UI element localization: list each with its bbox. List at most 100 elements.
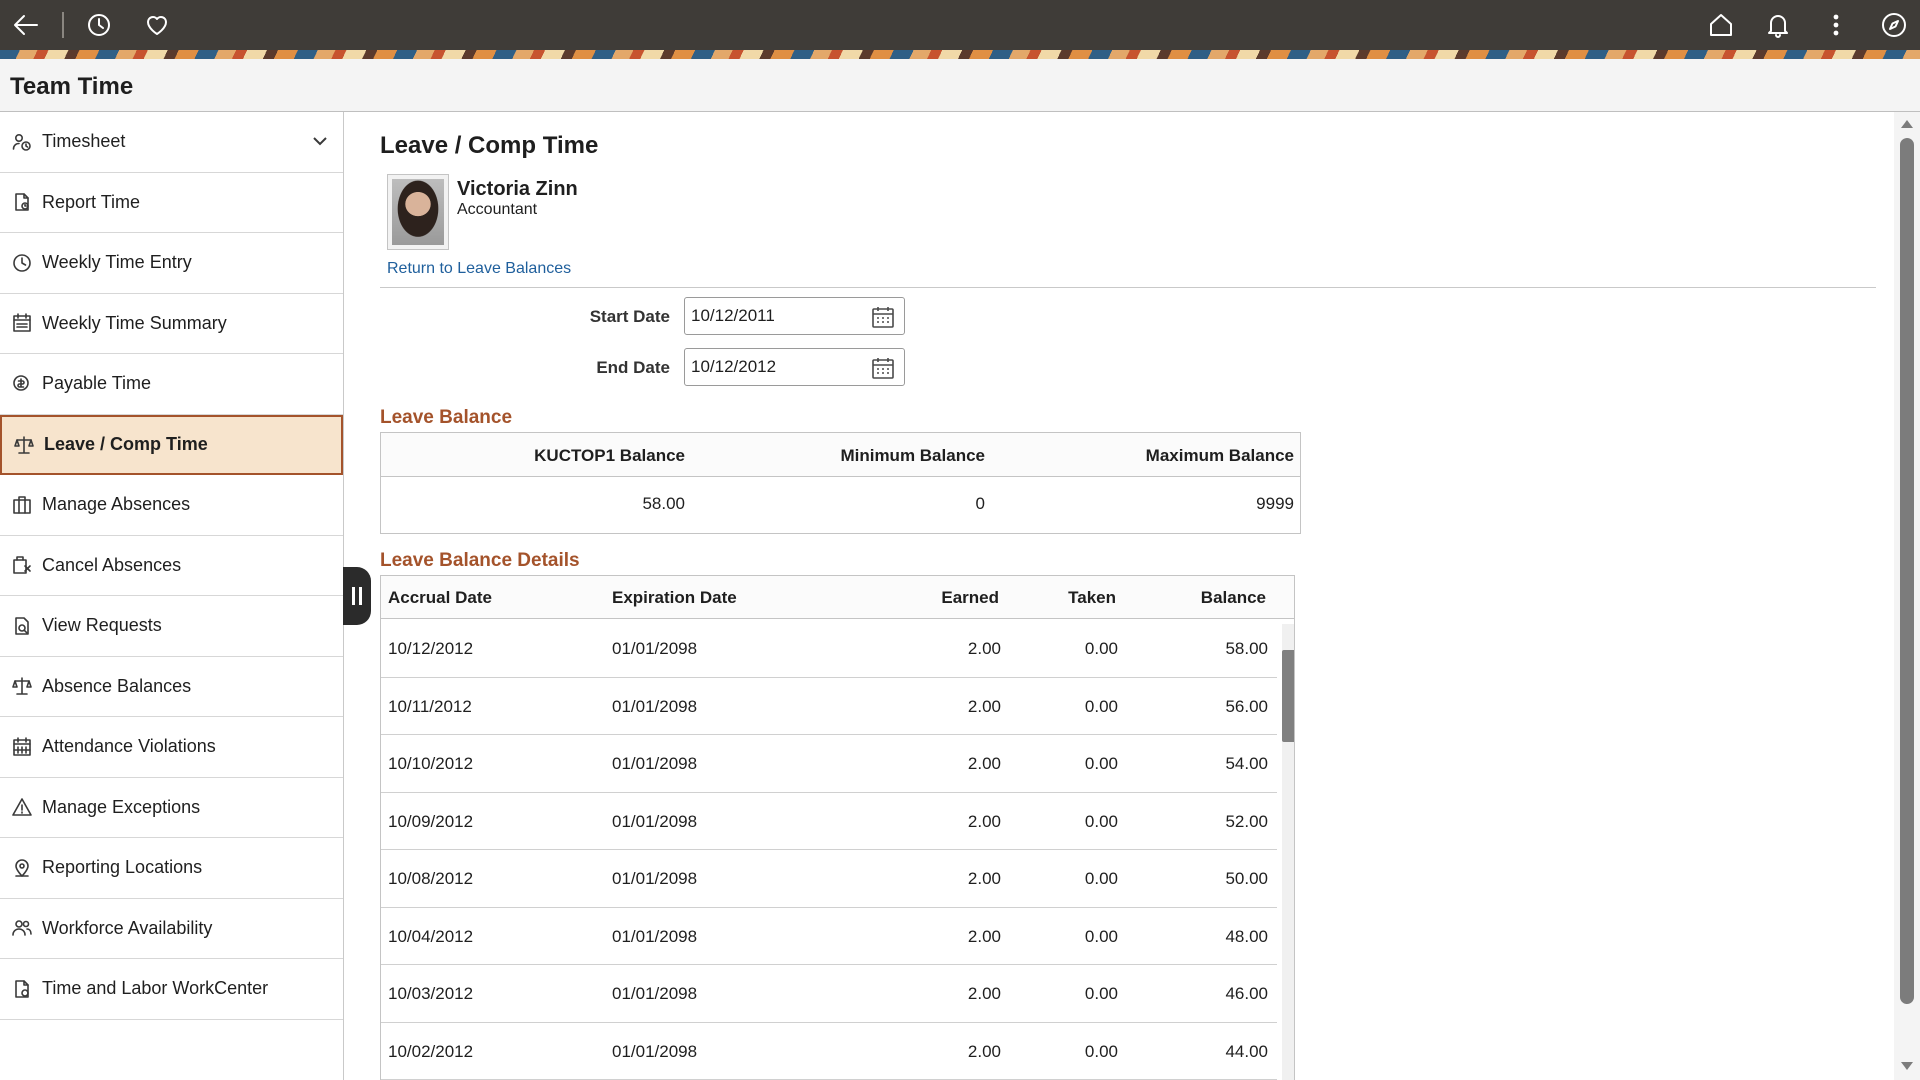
earned-cell: 2.00 (968, 639, 1001, 659)
end-date-calendar-icon[interactable] (870, 355, 896, 381)
leave-balance-row: 58.00 0 9999 (381, 477, 1300, 533)
sidebar-item-view-requests[interactable]: View Requests (0, 596, 343, 657)
kuctop1-balance-value: 58.00 (642, 494, 685, 514)
accrual-date-cell: 10/12/2012 (388, 639, 473, 659)
sidebar-item-timesheet[interactable]: Timesheet (0, 112, 343, 173)
sidebar-item-weekly-time-entry[interactable]: Weekly Time Entry (0, 233, 343, 294)
favorites-heart-icon[interactable] (141, 9, 173, 41)
toolbar-divider (62, 12, 64, 38)
end-date-field (684, 348, 905, 386)
sidebar-item-cancel-absences[interactable]: Cancel Absences (0, 536, 343, 597)
sidebar-item-label: Cancel Absences (42, 555, 181, 576)
details-body: 10/12/2012 01/01/2098 2.00 0.00 58.00 10/11/2… (381, 620, 1277, 1080)
column-header: Earned (941, 588, 999, 608)
sidebar-item-manage-exceptions[interactable]: Manage Exceptions (0, 778, 343, 839)
sidebar-item-label: Manage Absences (42, 494, 190, 515)
earned-cell: 2.00 (968, 927, 1001, 947)
user-clock-icon (12, 132, 32, 152)
payable-icon (12, 374, 32, 394)
taken-cell: 0.00 (1085, 639, 1118, 659)
maximum-balance-value: 9999 (1256, 494, 1294, 514)
cancel-absence-icon (12, 555, 32, 575)
leave-balance-header-row: KUCTOP1 Balance Minimum Balance Maximum … (381, 433, 1300, 477)
main-content: Leave / Comp Time Victoria Zinn Accounta… (380, 112, 1880, 1080)
absence-icon (12, 495, 32, 515)
column-header: Taken (1068, 588, 1116, 608)
sidebar-item-weekly-time-summary[interactable]: Weekly Time Summary (0, 294, 343, 355)
expiration-date-cell: 01/01/2098 (612, 639, 697, 659)
table-row: 10/11/201201/01/20982.000.0056.00 (381, 678, 1277, 736)
clock-icon (12, 253, 32, 273)
taken-cell: 0.00 (1085, 927, 1118, 947)
sidebar-item-label: Leave / Comp Time (44, 434, 208, 455)
notifications-bell-icon[interactable] (1762, 9, 1794, 41)
balance-cell: 50.00 (1225, 869, 1268, 889)
scroll-down-arrow-icon[interactable] (1901, 1062, 1913, 1070)
expiration-date-cell: 01/01/2098 (612, 927, 697, 947)
accrual-date-cell: 10/11/2012 (388, 697, 472, 717)
taken-cell: 0.00 (1085, 1042, 1118, 1062)
page-scroll-thumb[interactable] (1900, 138, 1914, 1004)
taken-cell: 0.00 (1085, 697, 1118, 717)
leave-balance-details-table: Accrual Date Expiration Date Earned Take… (380, 575, 1295, 1080)
sidebar-item-label: View Requests (42, 615, 162, 636)
sidebar-item-label: Report Time (42, 192, 140, 213)
earned-cell: 2.00 (968, 1042, 1001, 1062)
sidebar-item-label: Payable Time (42, 373, 151, 394)
scroll-up-arrow-icon[interactable] (1901, 120, 1913, 128)
start-date-input[interactable] (685, 298, 865, 334)
return-to-leave-balances-link[interactable]: Return to Leave Balances (387, 260, 571, 278)
expiration-date-cell: 01/01/2098 (612, 812, 697, 832)
sidebar-item-manage-absences[interactable]: Manage Absences (0, 475, 343, 536)
decorative-banner (0, 50, 1920, 59)
leave-balance-title: Leave Balance (380, 407, 512, 429)
report-document-icon (12, 192, 32, 212)
balance-cell: 56.00 (1225, 697, 1268, 717)
sidebar-item-label: Weekly Time Entry (42, 252, 192, 273)
balance-cell: 46.00 (1225, 984, 1268, 1004)
balance-cell: 54.00 (1225, 754, 1268, 774)
sidebar-item-attendance-violations[interactable]: Attendance Violations (0, 717, 343, 778)
sidebar-item-payable-time[interactable]: Payable Time (0, 354, 343, 415)
column-header: Expiration Date (612, 588, 737, 608)
accrual-date-cell: 10/02/2012 (388, 1042, 473, 1062)
history-icon[interactable] (83, 9, 115, 41)
start-date-field (684, 297, 905, 335)
home-icon[interactable] (1705, 9, 1737, 41)
chevron-down-icon[interactable] (311, 132, 329, 150)
page-header: Team Time (0, 59, 1920, 112)
more-vertical-icon[interactable] (1820, 9, 1852, 41)
earned-cell: 2.00 (968, 812, 1001, 832)
start-date-label: Start Date (530, 307, 670, 327)
expiration-date-cell: 01/01/2098 (612, 984, 697, 1004)
sidebar-collapse-handle[interactable] (343, 567, 371, 625)
sidebar-item-reporting-locations[interactable]: Reporting Locations (0, 838, 343, 899)
back-arrow-icon[interactable] (10, 9, 42, 41)
accrual-date-cell: 10/10/2012 (388, 754, 473, 774)
sidebar-item-time-and-labor-workcenter[interactable]: Time and Labor WorkCenter (0, 959, 343, 1020)
section-divider (380, 287, 1876, 288)
balance-cell: 58.00 (1225, 639, 1268, 659)
column-header: Minimum Balance (840, 446, 985, 466)
column-header: Maximum Balance (1146, 446, 1294, 466)
sidebar-navigation: Timesheet Report Time Weekly Time Entry Wee… (0, 112, 344, 1080)
expiration-date-cell: 01/01/2098 (612, 697, 697, 717)
start-date-calendar-icon[interactable] (870, 304, 896, 330)
page-scrollbar[interactable] (1894, 112, 1920, 1080)
column-header: KUCTOP1 Balance (534, 446, 685, 466)
sidebar-item-workforce-availability[interactable]: Workforce Availability (0, 899, 343, 960)
sidebar-item-report-time[interactable]: Report Time (0, 173, 343, 234)
details-scrollbar[interactable] (1282, 624, 1295, 1080)
sidebar-item-leave-comp-time[interactable]: Leave / Comp Time (0, 415, 343, 476)
location-pin-icon (12, 858, 32, 878)
balance-cell: 52.00 (1225, 812, 1268, 832)
sidebar-item-label: Weekly Time Summary (42, 313, 227, 334)
leave-balance-details-title: Leave Balance Details (380, 550, 580, 572)
people-icon (12, 918, 32, 938)
end-date-input[interactable] (685, 349, 865, 385)
taken-cell: 0.00 (1085, 812, 1118, 832)
sidebar-item-absence-balances[interactable]: Absence Balances (0, 657, 343, 718)
sidebar-item-label: Reporting Locations (42, 857, 202, 878)
navigator-compass-icon[interactable] (1878, 9, 1910, 41)
taken-cell: 0.00 (1085, 869, 1118, 889)
